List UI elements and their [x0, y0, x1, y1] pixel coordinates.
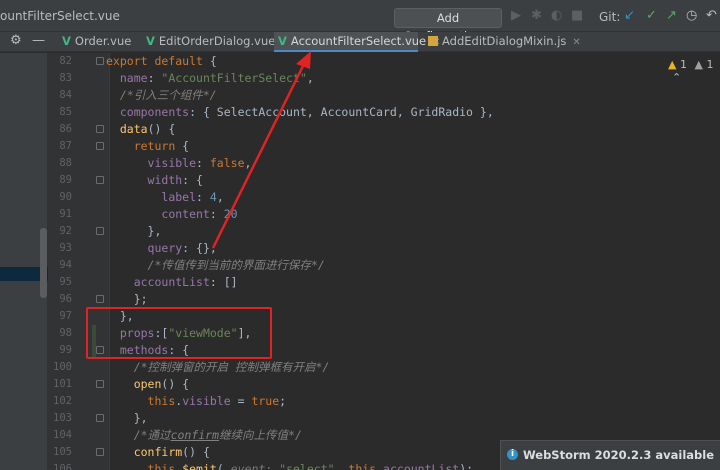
run-icon[interactable]: ▶	[511, 9, 521, 23]
fold-marker-icon[interactable]	[96, 57, 104, 65]
code-line[interactable]: width: {	[106, 172, 706, 189]
git-label: Git:	[599, 10, 621, 24]
minimize-icon[interactable]: —	[32, 34, 45, 48]
code-line[interactable]: components: { SelectAccount, AccountCard…	[106, 104, 706, 121]
code-line[interactable]: export default {	[106, 53, 706, 70]
git-push-icon[interactable]: ↗	[666, 9, 677, 23]
fold-marker-icon[interactable]	[96, 227, 104, 235]
code-line[interactable]: /*控制弹窗的开启 控制弹框有开启*/	[106, 359, 706, 376]
update-notification[interactable]: i WebStorm 2020.2.3 available	[500, 440, 720, 470]
notification-title: WebStorm 2020.2.3 available	[523, 448, 715, 462]
window-file-title: ountFilterSelect.vue	[0, 9, 120, 23]
code-line[interactable]: },	[106, 410, 706, 427]
tab-add-edit-dialog-mixin[interactable]: AddEditDialogMixin.js ✕	[422, 32, 587, 52]
info-icon: i	[507, 449, 518, 460]
code-line[interactable]: open() {	[106, 376, 706, 393]
code-line[interactable]: name: "AccountFilterSelect",	[106, 70, 706, 87]
vue-icon: V	[146, 34, 155, 48]
weak-warning-icon: ▲	[694, 58, 703, 71]
git-commit-icon[interactable]: ✓	[646, 9, 657, 23]
git-update-icon[interactable]: ↙	[624, 9, 635, 23]
code-line[interactable]: visible: false,	[106, 155, 706, 172]
editor-gutter	[48, 53, 110, 470]
code-line[interactable]: },	[106, 223, 706, 240]
tab-account-filter-select[interactable]: VAccountFilterSelect.vue✕	[274, 32, 441, 52]
add-configuration-button[interactable]: Add Configuration...	[394, 8, 502, 43]
warning-icon: ▲	[668, 58, 677, 71]
history-icon[interactable]: ◷	[686, 9, 697, 23]
code-line[interactable]: };	[106, 291, 706, 308]
code-line[interactable]: /*引入三个组件*/	[106, 87, 706, 104]
gear-icon[interactable]: ⚙	[10, 34, 22, 48]
code-line[interactable]: this.visible = true;	[106, 393, 706, 410]
code-line[interactable]: query: {},	[106, 240, 706, 257]
fold-marker-icon[interactable]	[96, 176, 104, 184]
annotation-box	[86, 307, 272, 359]
fold-marker-icon[interactable]	[96, 380, 104, 388]
vue-icon: V	[62, 34, 71, 48]
inspection-widget[interactable]: ▲ 1 ▲ 1 ⌃	[668, 58, 720, 84]
tab-order-vue[interactable]: V Order.vue	[56, 32, 137, 52]
code-line[interactable]: accountList: []	[106, 274, 706, 291]
js-icon	[428, 36, 438, 46]
code-line[interactable]: return {	[106, 138, 706, 155]
code-line[interactable]: label: 4,	[106, 189, 706, 206]
project-scrollbar[interactable]	[40, 228, 47, 298]
close-icon[interactable]: ✕	[572, 37, 580, 48]
stop-icon[interactable]: ■	[571, 9, 583, 23]
code-line[interactable]: data() {	[106, 121, 706, 138]
fold-marker-icon[interactable]	[96, 448, 104, 456]
fold-marker-icon[interactable]	[96, 142, 104, 150]
fold-marker-icon[interactable]	[96, 125, 104, 133]
debug-icon[interactable]: ✱	[531, 9, 542, 23]
code-line[interactable]: content: 20	[106, 206, 706, 223]
tab-edit-order-dialog[interactable]: VEditOrderDialog.vue✕	[140, 32, 296, 52]
project-panel[interactable]	[0, 53, 48, 470]
fold-marker-icon[interactable]	[96, 414, 104, 422]
rollback-icon[interactable]: ↶	[706, 9, 717, 23]
title-bar: ountFilterSelect.vue Add Configuration..…	[0, 0, 720, 43]
project-tool-buttons: ⚙ —	[0, 32, 54, 52]
code-line[interactable]: /*传值传到当前的界面进行保存*/	[106, 257, 706, 274]
fold-marker-icon[interactable]	[96, 295, 104, 303]
vue-icon: V	[278, 34, 287, 48]
chevron-up-icon[interactable]: ⌃	[672, 71, 681, 84]
editor-tab-bar: ⚙ — VOrder.vue VEditOrderDialog.vue✕ VAc…	[0, 32, 720, 52]
coverage-icon[interactable]: ◐	[551, 9, 562, 23]
